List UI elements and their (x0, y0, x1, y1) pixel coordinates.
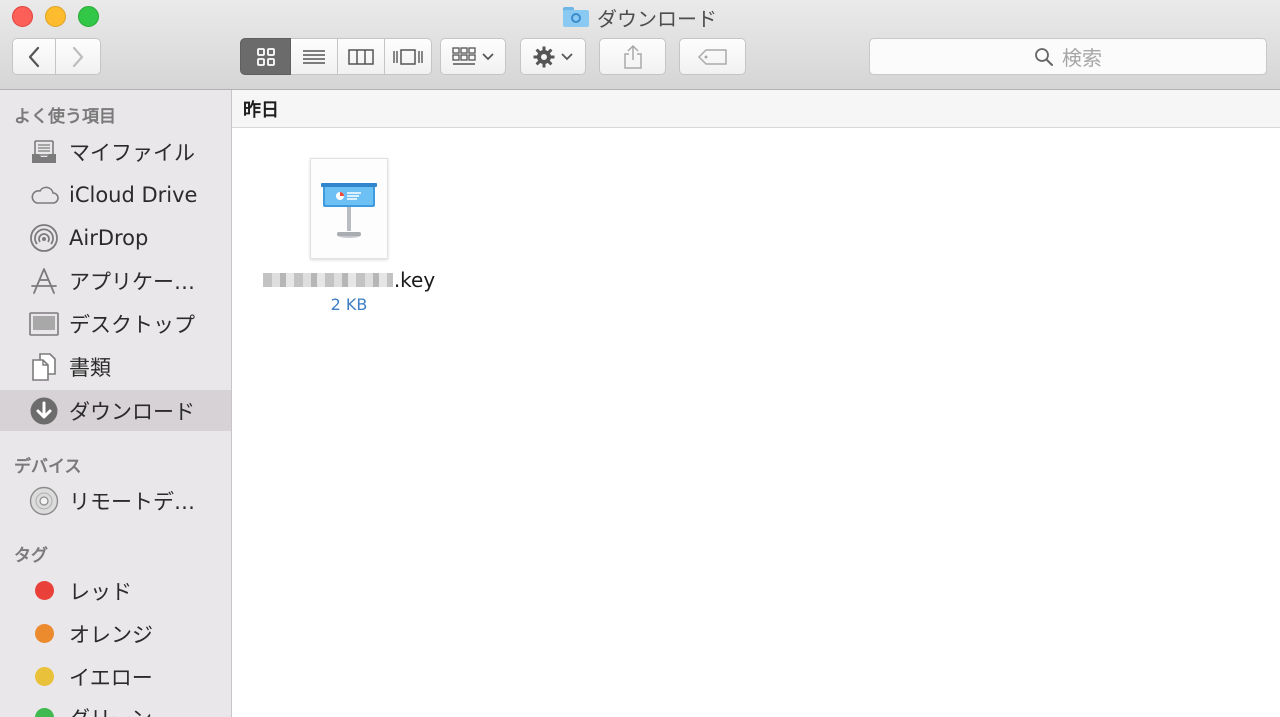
arrange-grid-icon (452, 46, 476, 65)
tag-color-dot-icon (28, 702, 60, 717)
sidebar-item-documents[interactable]: 書類 (0, 346, 231, 387)
sidebar-item-label: グリーン (69, 703, 152, 717)
icon-view-button[interactable] (240, 38, 291, 75)
sidebar-item-label: レッド (69, 579, 132, 604)
sidebar-item-tag-orange[interactable]: オレンジ (0, 613, 231, 654)
sidebar-item-label: ダウンロード (69, 399, 195, 424)
sidebar-item-label: iCloud Drive (69, 182, 198, 207)
column-view-button[interactable] (338, 38, 385, 75)
search-placeholder: 検索 (1062, 46, 1102, 70)
sidebar-item-airdrop[interactable]: AirDrop (0, 217, 231, 258)
search-field[interactable]: 検索 (869, 38, 1267, 75)
edit-tags-button[interactable] (679, 38, 746, 75)
sidebar-header-devices: デバイス (14, 457, 82, 477)
documents-icon (28, 351, 60, 383)
sidebar-item-label: オレンジ (69, 622, 153, 647)
downloads-folder-icon (563, 7, 589, 27)
sidebar-item-tag-green[interactable]: グリーン (0, 697, 231, 717)
cover-flow-icon (393, 48, 423, 65)
sidebar-item-remote-disc[interactable]: リモートデ… (0, 480, 231, 521)
applications-icon (28, 265, 60, 297)
tag-color-dot-icon (28, 575, 60, 607)
tag-icon (697, 48, 727, 65)
sidebar-item-applications[interactable]: アプリケー… (0, 260, 231, 301)
sidebar: よく使う項目 マイファイル iCloud Drive AirDrop アプリケー… (0, 90, 232, 717)
sidebar-item-label: イエロー (69, 665, 153, 690)
file-item[interactable]: .key 2 KB (256, 158, 442, 318)
window-title: ダウンロード (0, 4, 1280, 31)
search-icon (1035, 47, 1053, 66)
sidebar-item-downloads[interactable]: ダウンロード (0, 390, 231, 431)
sidebar-item-icloud-drive[interactable]: iCloud Drive (0, 174, 231, 215)
group-header-yesterday: 昨日 (232, 90, 1280, 128)
gear-icon (533, 46, 555, 67)
cover-flow-button[interactable] (385, 38, 432, 75)
columns-icon (348, 48, 374, 65)
cloud-icon (28, 179, 60, 211)
sidebar-item-all-my-files[interactable]: マイファイル (0, 131, 231, 172)
all-my-files-icon (28, 136, 60, 168)
file-extension: .key (393, 268, 436, 292)
sidebar-item-desktop[interactable]: デスクトップ (0, 303, 231, 344)
remote-disc-icon (28, 485, 60, 517)
sidebar-item-label: アプリケー… (69, 269, 195, 294)
tag-color-dot-icon (28, 618, 60, 650)
file-name: .key (256, 268, 442, 292)
sidebar-item-tag-red[interactable]: レッド (0, 570, 231, 611)
airdrop-icon (28, 222, 60, 254)
list-icon (303, 49, 325, 64)
desktop-icon (28, 308, 60, 340)
chevron-down-icon (561, 52, 573, 60)
file-size: 2 KB (330, 295, 368, 314)
sidebar-header-tags: タグ (14, 546, 48, 566)
chevron-right-icon (72, 46, 84, 67)
toolbar: ダウンロード 検索 (0, 0, 1280, 90)
chevron-down-icon (482, 52, 494, 60)
sidebar-item-label: AirDrop (69, 225, 149, 250)
sidebar-item-label: デスクトップ (69, 312, 195, 337)
back-button[interactable] (12, 38, 56, 75)
forward-button[interactable] (56, 38, 101, 75)
share-icon (623, 44, 642, 69)
arrange-button[interactable] (440, 38, 506, 75)
keynote-file-icon (310, 158, 388, 259)
sidebar-item-label: マイファイル (69, 140, 195, 165)
view-mode-control (240, 38, 432, 75)
redacted-filename (262, 273, 393, 287)
action-button[interactable] (520, 38, 586, 75)
tag-color-dot-icon (28, 661, 60, 693)
downloads-icon (28, 395, 60, 427)
window-title-text: ダウンロード (597, 6, 717, 31)
sidebar-item-label: 書類 (69, 355, 111, 380)
share-button[interactable] (599, 38, 666, 75)
chevron-left-icon (28, 46, 40, 67)
sidebar-item-label: リモートデ… (69, 489, 195, 514)
icon-grid-icon (256, 47, 275, 66)
list-view-button[interactable] (291, 38, 338, 75)
file-browser: 昨日 .key 2 KB (232, 90, 1280, 717)
sidebar-header-favorites: よく使う項目 (14, 107, 116, 127)
sidebar-item-tag-yellow[interactable]: イエロー (0, 656, 231, 697)
